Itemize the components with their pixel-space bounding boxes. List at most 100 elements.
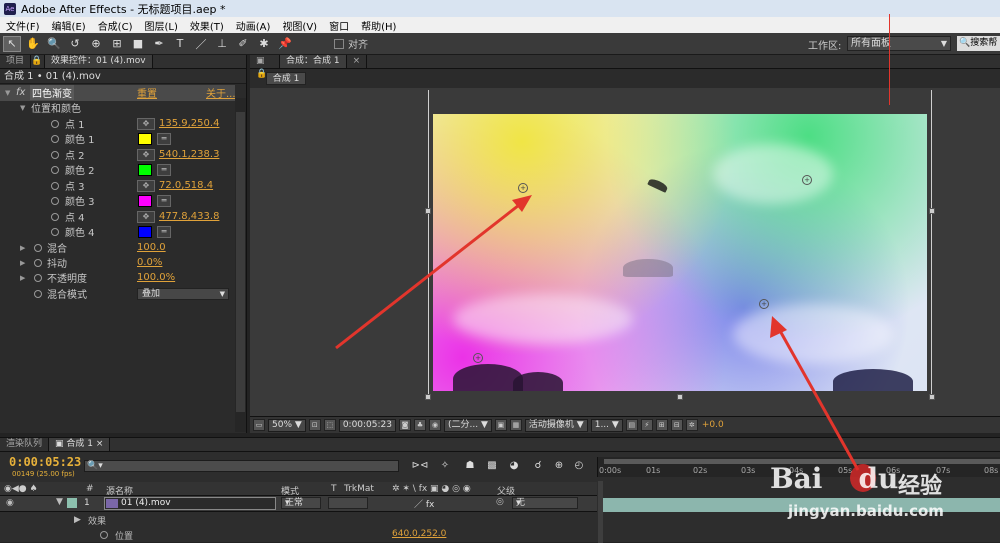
eyedropper-icon[interactable]: ═ <box>157 163 171 176</box>
point-value[interactable]: 540.1,238.3 <box>159 149 219 160</box>
color-swatch[interactable] <box>138 163 152 176</box>
effects-group-row[interactable]: ▶ 效果 <box>0 513 597 527</box>
eyedropper-icon[interactable]: ═ <box>157 132 171 145</box>
tab-comp-1[interactable]: ▣ 合成 1 × <box>49 438 111 451</box>
point-3-handle[interactable]: + <box>473 353 483 363</box>
eraser-tool-icon[interactable]: ✐ <box>234 36 252 52</box>
param-blend-mode[interactable]: 混合模式 叠加 ▼ <box>0 286 235 302</box>
camera-tool-icon[interactable]: ⊕ <box>87 36 105 52</box>
search-help-input[interactable]: 🔍搜索帮 <box>957 36 1000 51</box>
stopwatch-icon[interactable] <box>34 289 42 298</box>
close-icon[interactable]: × <box>347 55 368 68</box>
layer-duration-bar[interactable] <box>603 498 1000 512</box>
layer-handle-right[interactable] <box>929 208 935 214</box>
stopwatch-icon[interactable] <box>51 150 59 159</box>
point-value[interactable]: 72.0,518.4 <box>159 180 213 191</box>
param-blend[interactable]: ▶ 混合 100.0 <box>0 240 235 256</box>
menu-layer[interactable]: 图层(L) <box>138 18 183 33</box>
zoom-tool-icon[interactable]: 🔍 <box>45 36 63 52</box>
position-property-row[interactable]: 位置 640.0,252.0 <box>0 528 597 542</box>
param-point-3[interactable]: 点 3 ✥ 72.0,518.4 <box>0 178 235 194</box>
eyedropper-icon[interactable]: ═ <box>157 194 171 207</box>
stopwatch-icon[interactable] <box>51 165 59 174</box>
expand-triangle-icon[interactable]: ▼ <box>20 104 25 112</box>
fast-preview-icon[interactable]: ⚡ <box>640 419 653 431</box>
layer-handle-bottom-right[interactable] <box>929 394 935 400</box>
point-1-handle[interactable]: + <box>518 183 528 193</box>
roi-icon[interactable]: ▣ <box>494 419 507 431</box>
timeline-icon[interactable]: ⊞ <box>655 419 668 431</box>
point-4-handle[interactable]: + <box>759 299 769 309</box>
flowchart-icon[interactable]: ⊟ <box>670 419 683 431</box>
stopwatch-icon[interactable] <box>51 212 59 221</box>
toggle-pixel-icon[interactable]: ▤ <box>625 419 638 431</box>
tab-composition[interactable]: 合成：合成 1 <box>280 55 347 68</box>
menu-animation[interactable]: 动画(A) <box>230 18 277 33</box>
clone-stamp-tool-icon[interactable]: ⊥ <box>213 36 231 52</box>
layer-handle-bottom-left[interactable] <box>425 394 431 400</box>
label-color-swatch[interactable] <box>67 498 77 508</box>
param-point-2[interactable]: 点 2 ✥ 540.1,238.3 <box>0 147 235 163</box>
menu-file[interactable]: 文件(F) <box>0 18 46 33</box>
layer-name-field[interactable]: 01 (4).mov <box>104 497 276 510</box>
menu-help[interactable]: 帮助(H) <box>355 18 402 33</box>
color-swatch[interactable] <box>138 225 152 238</box>
expand-triangle-icon[interactable]: ▼ <box>56 497 63 507</box>
effect-name[interactable]: 四色渐变 <box>30 85 74 101</box>
blend-mode-select[interactable]: 叠加 ▼ <box>137 287 229 300</box>
param-jitter[interactable]: ▶ 抖动 0.0% <box>0 255 235 271</box>
eye-icon[interactable]: ◉ <box>6 498 14 508</box>
time-ruler[interactable]: 0:00s 01s 02s 03s 04s 05s 06s 07s 08s <box>597 457 1000 477</box>
param-point-4[interactable]: 点 4 ✥ 477.8,433.8 <box>0 209 235 225</box>
crosshair-icon[interactable]: ✥ <box>137 179 155 192</box>
stopwatch-icon[interactable] <box>34 258 42 267</box>
param-color-3[interactable]: 颜色 3 ═ <box>0 193 235 209</box>
rotate-tool-icon[interactable]: ↺ <box>66 36 84 52</box>
expand-triangle-icon[interactable]: ▶ <box>20 244 25 252</box>
expand-triangle-icon[interactable]: ▶ <box>20 259 25 267</box>
composition-frame[interactable] <box>433 114 927 391</box>
position-value[interactable]: 640.0,252.0 <box>392 529 446 539</box>
eyedropper-icon[interactable]: ═ <box>157 225 171 238</box>
stopwatch-icon[interactable] <box>100 531 108 539</box>
resolution-select[interactable]: (二分... ▼ <box>444 418 492 432</box>
switches-icons[interactable]: ✲ ✶ \ fx ▣ ◕ ◎ ◉ <box>392 484 471 494</box>
comp-mini-flowchart-icon[interactable]: ⊳⊲ <box>409 460 431 473</box>
av-switches-icon[interactable]: ◉◀● ♠ <box>4 484 38 494</box>
fit-icon[interactable]: ⊡ <box>308 419 321 431</box>
pan-behind-tool-icon[interactable]: ⊞ <box>108 36 126 52</box>
param-color-4[interactable]: 颜色 4 ═ <box>0 224 235 240</box>
expand-triangle-icon[interactable]: ▶ <box>20 274 25 282</box>
roto-brush-tool-icon[interactable]: ✱ <box>255 36 273 52</box>
transparency-grid-icon[interactable]: ▦ <box>509 419 522 431</box>
stopwatch-icon[interactable] <box>51 134 59 143</box>
layer-mode-select[interactable]: 正常 ▾ <box>281 497 321 509</box>
lock-icon[interactable]: 🔒 <box>31 55 46 68</box>
effect-controls-scrollbar[interactable] <box>235 98 246 432</box>
hand-tool-icon[interactable]: ✋ <box>24 36 42 52</box>
menu-effect[interactable]: 效果(T) <box>184 18 230 33</box>
camera-snapshot-icon[interactable]: ◙ <box>399 419 411 431</box>
always-preview-icon[interactable]: ▭ <box>253 419 265 431</box>
crosshair-icon[interactable]: ✥ <box>137 117 155 130</box>
selection-tool-icon[interactable]: ↖ <box>3 35 21 52</box>
work-area-bar[interactable] <box>604 459 1000 464</box>
auto-keyframe-icon[interactable]: ⊕ <box>551 460 567 473</box>
puppet-pin-tool-icon[interactable]: 📌 <box>276 36 294 52</box>
point-value[interactable]: 477.8,433.8 <box>159 211 219 222</box>
point-value[interactable]: 135.9,250.4 <box>159 118 219 129</box>
color-swatch[interactable] <box>138 132 152 145</box>
param-color-1[interactable]: 颜色 1 ═ <box>0 131 235 147</box>
col-trkmat[interactable]: TrkMat <box>344 484 374 494</box>
param-point-1[interactable]: 点 1 ✥ 135.9,250.4 <box>0 116 235 132</box>
views-select[interactable]: 1... ▼ <box>590 418 623 432</box>
viewer-timecode[interactable]: 0:00:05:23 <box>338 418 396 432</box>
brush-tool-icon[interactable]: ／ <box>192 36 210 52</box>
menu-edit[interactable]: 编辑(E) <box>46 18 92 33</box>
pickwhip-icon[interactable]: ◎ <box>496 497 504 507</box>
stopwatch-icon[interactable] <box>51 119 59 128</box>
stopwatch-icon[interactable] <box>51 196 59 205</box>
stopwatch-icon[interactable] <box>51 181 59 190</box>
timeline-search-input[interactable]: 🔍▾ <box>84 460 399 472</box>
tab-project[interactable]: 项目 <box>0 55 32 68</box>
